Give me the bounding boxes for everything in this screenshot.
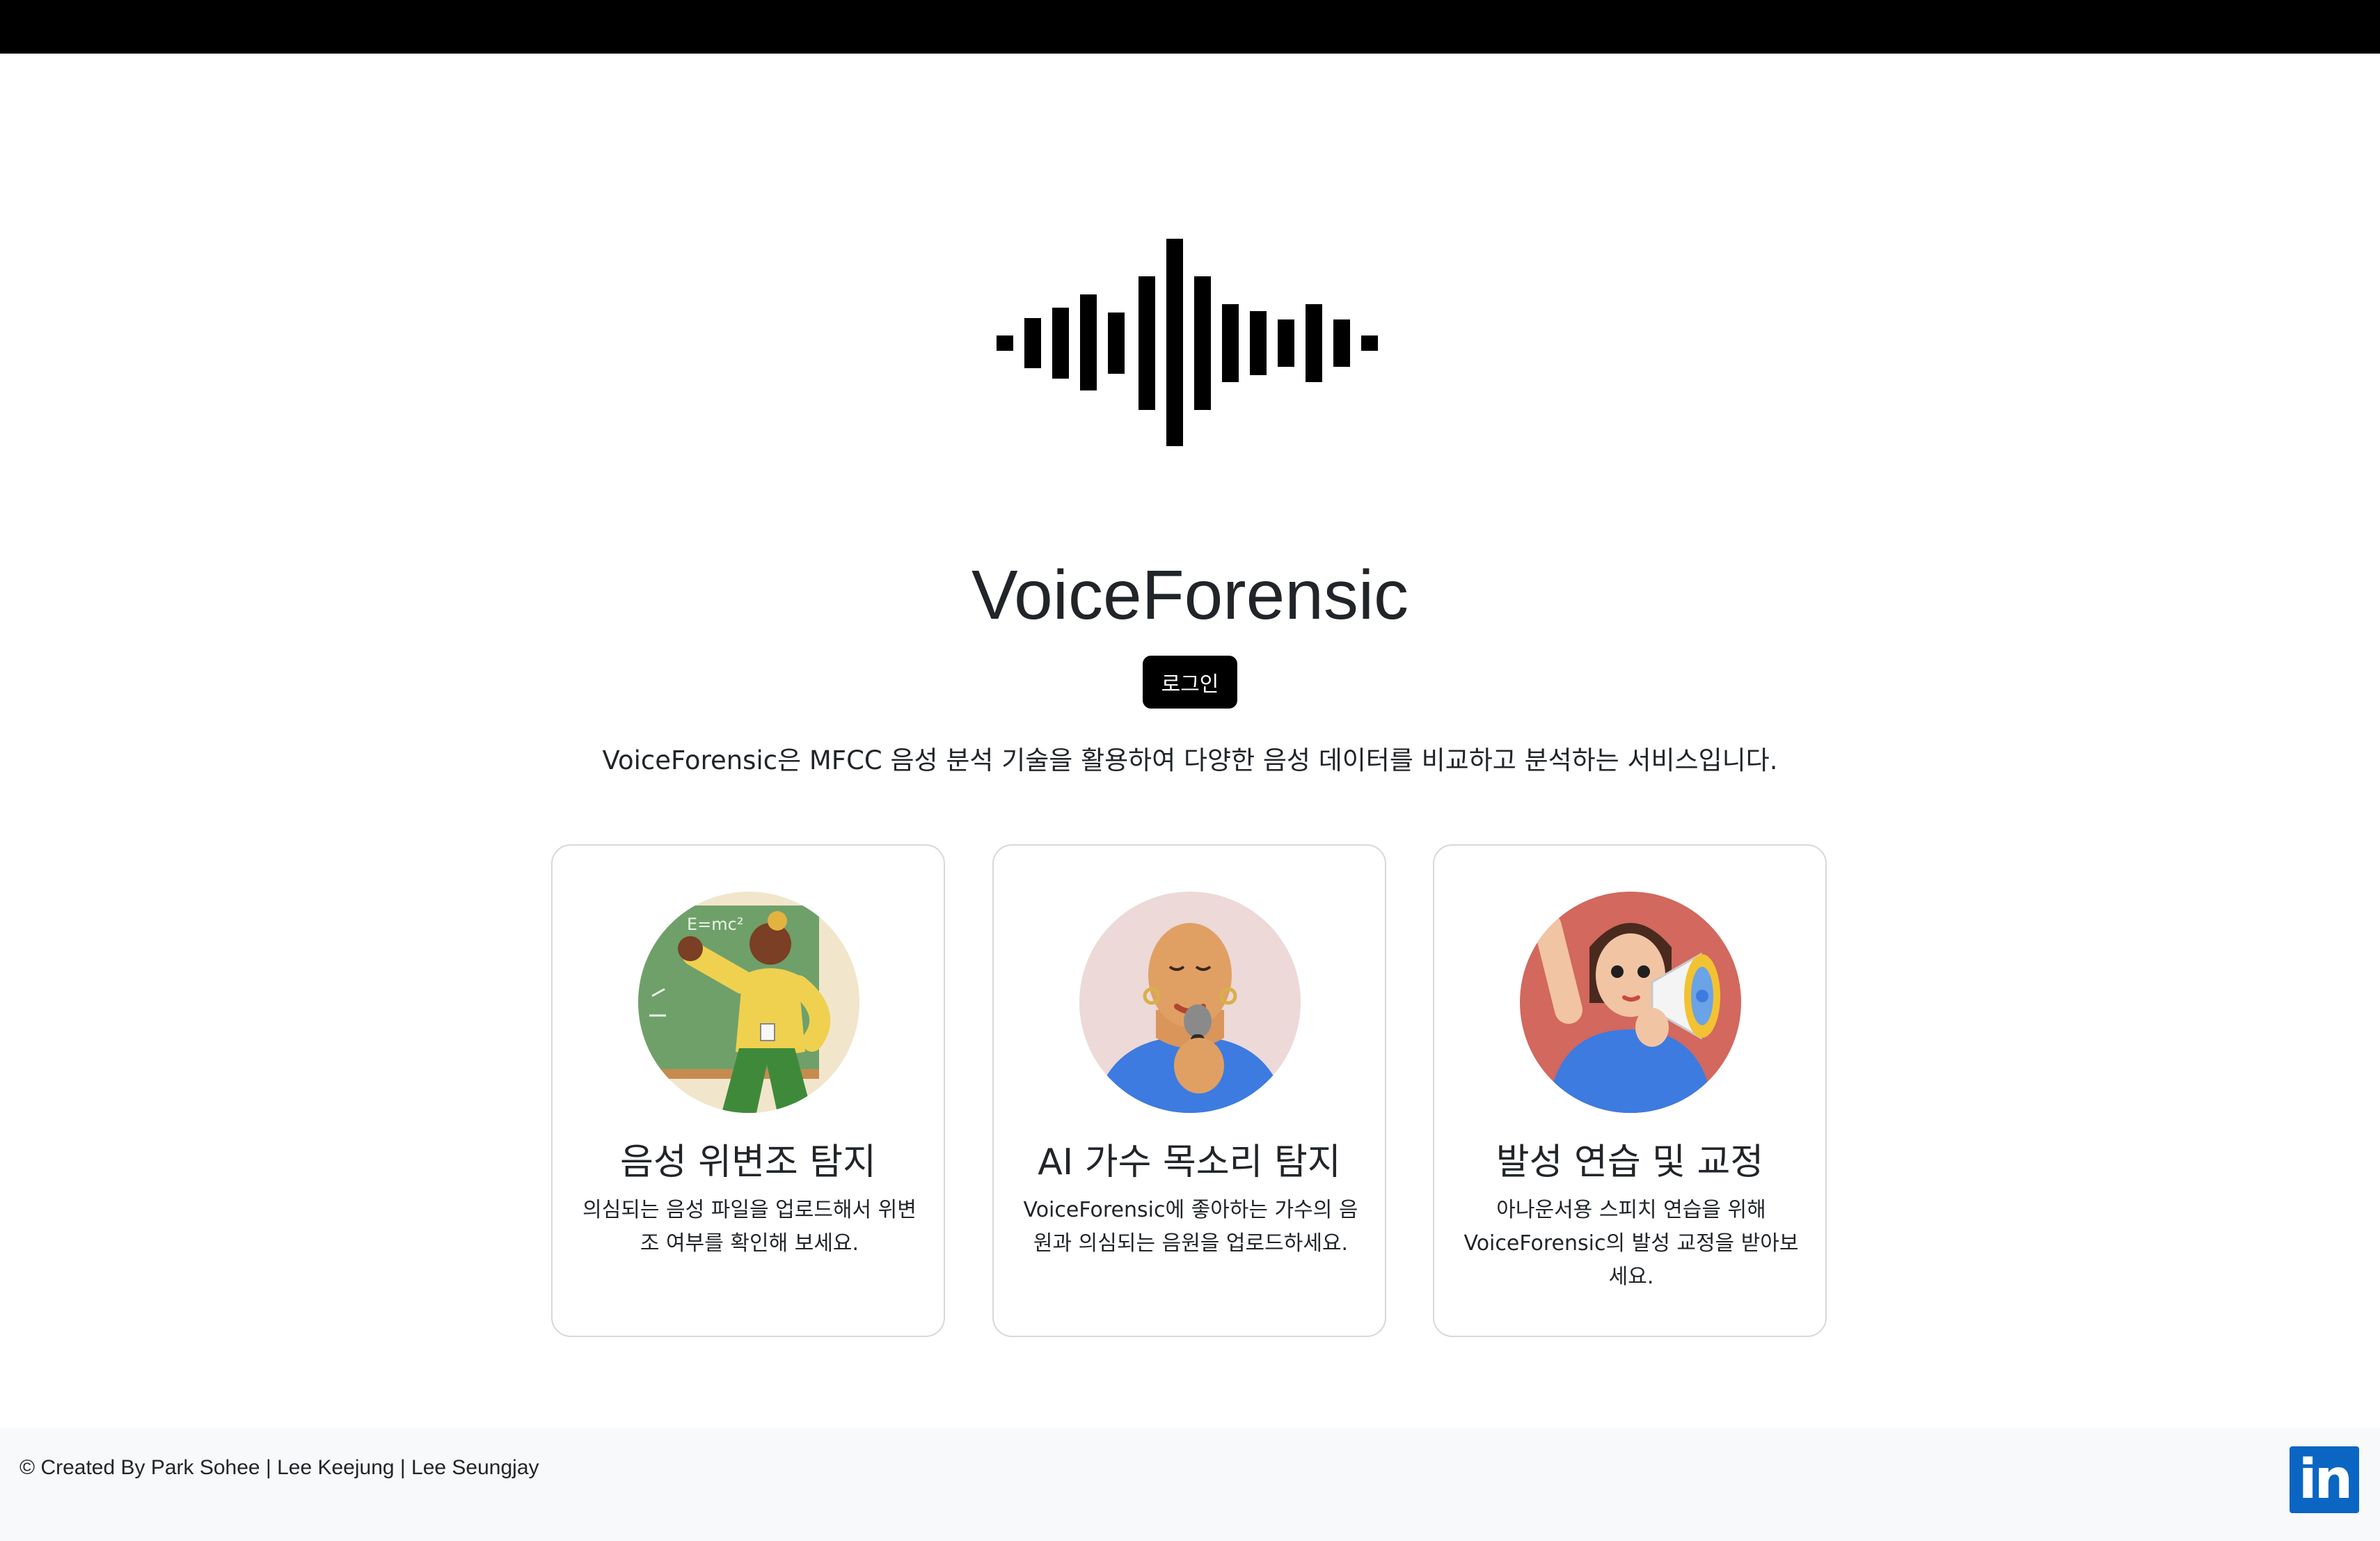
card-title: 발성 연습 및 교정 [1496,1141,1764,1183]
feature-card-forgery[interactable]: E=mc² 음성 위변조 탐지 의심되는 음성 파일을 업로드해서 위변조 여부… [551,844,945,1337]
linkedin-icon[interactable]: in [2290,1446,2359,1513]
card-text: VoiceForensic에 좋아하는 가수의 음원과 의심되는 음원을 업로드… [1023,1198,1358,1256]
card-title: AI 가수 목소리 탐지 [1038,1141,1341,1183]
board-formula: E=mc² [687,915,743,934]
footer: © Created By Park Sohee | Lee Keejung | … [0,1428,2380,1541]
feature-card-ai-singer[interactable]: AI 가수 목소리 탐지 VoiceForensic에 좋아하는 가수의 음원과… [992,844,1386,1337]
card-title: 음성 위변조 탐지 [620,1141,876,1183]
login-button[interactable]: 로그인 [1143,656,1237,709]
copyright-text: © Created By Park Sohee | Lee Keejung | … [19,1456,539,1479]
app-title: VoiceForensic [971,556,1409,634]
megaphone-illustration [1520,892,1741,1113]
card-text: 아나운서용 스피치 연습을 위해 VoiceForensic의 발성 교정을 받… [1463,1198,1799,1289]
singer-illustration [1079,892,1301,1113]
service-description: VoiceForensic은 MFCC 음성 분석 기술을 활용하여 다양한 음… [602,745,1778,775]
feature-card-vocal-training[interactable]: 발성 연습 및 교정 아나운서용 스피치 연습을 위해 VoiceForensi… [1433,844,1827,1337]
teacher-illustration: E=mc² [638,892,859,1113]
top-bar [0,0,2380,54]
card-text: 의심되는 음성 파일을 업로드해서 위변조 여부를 확인해 보세요. [582,1198,917,1256]
soundwave-icon [997,239,1382,446]
